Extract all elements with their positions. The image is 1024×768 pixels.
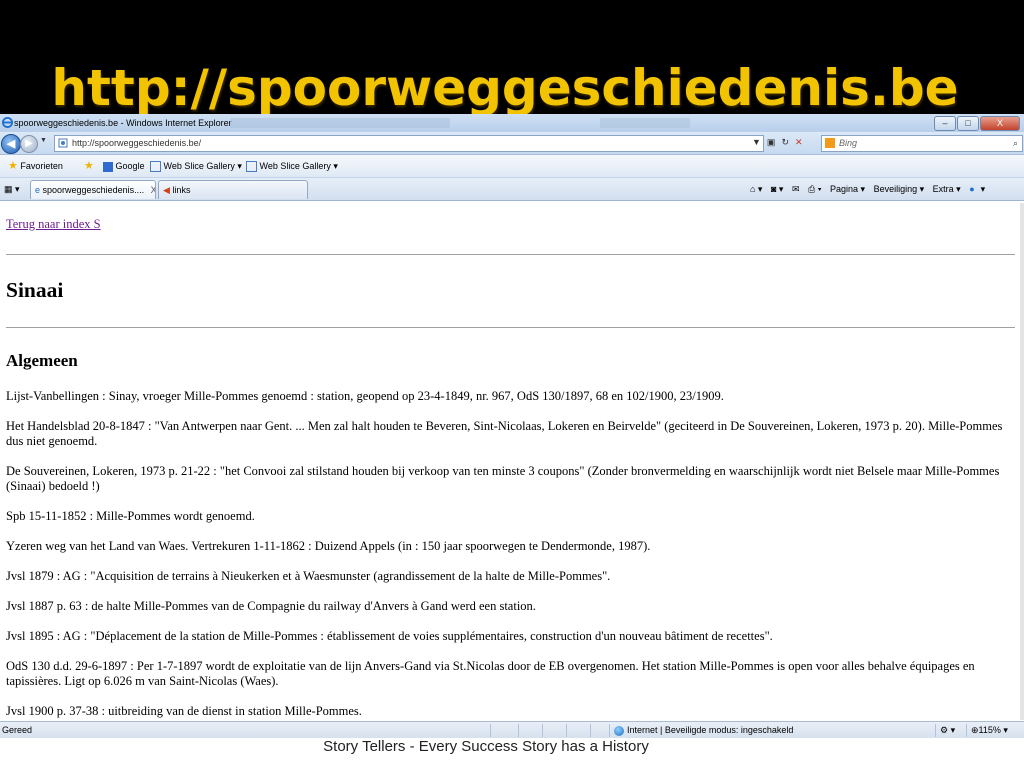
address-text: http://spoorweggeschiedenis.be/ xyxy=(72,138,202,148)
print-icon[interactable]: ⎙ ▾ xyxy=(808,184,821,194)
paragraph: Jvsl 1879 : AG : "Acquisition de terrain… xyxy=(6,569,611,583)
window-title: spoorweggeschiedenis.be - Windows Intern… xyxy=(14,118,232,128)
address-dropdown-icon[interactable]: ▼ xyxy=(752,137,761,148)
history-dropdown-icon[interactable]: ▼ xyxy=(40,137,47,144)
favorites-button[interactable]: ★ Favorieten xyxy=(8,155,63,177)
star-icon: ★ xyxy=(8,160,18,172)
tab-close-icon[interactable]: X xyxy=(151,185,155,195)
maximize-button[interactable]: □ xyxy=(957,116,979,131)
status-separator xyxy=(566,724,567,737)
tab-spoorweggeschiedenis[interactable]: e spoorweggeschiedenis.... X xyxy=(30,180,156,199)
tab-row: ▦ ▾ e spoorweggeschiedenis.... X ◀ links… xyxy=(0,178,1024,201)
zoom-icon: ⊕ xyxy=(971,725,979,735)
security-zone-label: Internet | Beveiligde modus: ingeschakel… xyxy=(627,725,794,735)
status-separator xyxy=(609,724,610,737)
favorites-bar: ★ Favorieten ★ Google Web Slice Gallery … xyxy=(0,155,1024,178)
section-heading: Algemeen xyxy=(6,351,78,370)
page-icon xyxy=(246,161,257,173)
fav-link-google[interactable]: Google xyxy=(103,155,145,177)
ie-logo-icon xyxy=(2,117,13,128)
globe-icon xyxy=(614,725,624,736)
zoom-dropdown-icon: ▾ xyxy=(1003,725,1008,735)
page-heading: Sinaai xyxy=(6,278,64,302)
compatibility-icon[interactable]: ▣ xyxy=(767,137,776,148)
search-placeholder: Bing xyxy=(839,138,858,148)
page-content: Terug naar index S Sinaai Algemeen Lijst… xyxy=(0,203,1020,720)
fav-link-web-slice-2[interactable]: Web Slice Gallery ▾ xyxy=(246,155,338,177)
status-separator xyxy=(590,724,591,737)
tab-label: spoorweggeschiedenis.... xyxy=(42,185,145,195)
search-box[interactable]: Bing ⌕ xyxy=(821,135,1023,152)
fav-link-label: Google xyxy=(115,161,145,171)
bing-icon xyxy=(825,138,835,148)
forward-button[interactable]: ▶ xyxy=(20,135,38,153)
paragraph: Spb 15-11-1852 : Mille-Pommes wordt geno… xyxy=(6,509,255,523)
window-controls: – □ X xyxy=(934,116,1020,131)
background-taskbar-ghost xyxy=(600,118,690,128)
mail-icon[interactable]: ✉ xyxy=(792,184,800,194)
background-taskbar-ghost xyxy=(230,118,450,128)
browser-window: spoorweggeschiedenis.be - Windows Intern… xyxy=(0,114,1024,738)
quick-tabs-icon[interactable]: ▦ ▾ xyxy=(4,178,20,200)
security-zone[interactable]: Internet | Beveiligde modus: ingeschakel… xyxy=(614,722,793,738)
help-menu-arrow: ▾ xyxy=(980,184,986,194)
divider xyxy=(6,327,1015,328)
paragraph: Jvsl 1895 : AG : "Déplacement de la stat… xyxy=(6,629,773,643)
status-separator xyxy=(935,724,936,737)
zoom-control[interactable]: ⊕115% ▾ xyxy=(971,722,1008,738)
paragraph: Yzeren weg van het Land van Waes. Vertre… xyxy=(6,539,651,553)
address-tools: ▼ ▣ ↻ ✕ xyxy=(752,137,803,148)
add-favorite-icon[interactable]: ★ xyxy=(84,155,94,177)
paragraph: Lijst-Vanbellingen : Sinay, vroeger Mill… xyxy=(6,389,724,403)
tab-label: links xyxy=(172,185,191,195)
back-to-index-link[interactable]: Terug naar index S xyxy=(6,217,101,232)
back-button[interactable]: ◀ xyxy=(1,134,21,154)
tab-favicon-icon: ◀ xyxy=(163,185,170,195)
page-menu[interactable]: Pagina ▾ xyxy=(830,184,865,194)
page-icon xyxy=(150,161,161,173)
home-icon[interactable]: ⌂ ▾ xyxy=(750,184,762,194)
status-separator xyxy=(966,724,967,737)
close-button[interactable]: X xyxy=(980,116,1020,131)
feeds-icon[interactable]: ◙ ▾ xyxy=(771,184,783,194)
help-icon: ● xyxy=(969,184,975,194)
popup-blocker-icon[interactable]: ⚙ ▾ xyxy=(940,722,955,738)
fav-link-web-slice-1[interactable]: Web Slice Gallery ▾ xyxy=(150,155,242,177)
search-icon[interactable]: ⌕ xyxy=(1013,136,1018,151)
command-bar: ⌂ ▾ ◙ ▾ ✉ ⎙ ▾ Pagina ▾ Beveiliging ▾ Ext… xyxy=(750,178,997,200)
divider xyxy=(6,254,1015,255)
zoom-level: 115% xyxy=(978,725,1001,735)
paragraph: Jvsl 1900 p. 37-38 : uitbreiding van de … xyxy=(6,704,362,718)
paragraph: OdS 130 d.d. 29-6-1897 : Per 1-7-1897 wo… xyxy=(6,659,975,688)
address-bar[interactable]: http://spoorweggeschiedenis.be/ xyxy=(54,135,764,152)
paragraph: Jvsl 1887 p. 63 : de halte Mille-Pommes … xyxy=(6,599,536,613)
page-icon xyxy=(58,138,68,148)
safety-menu[interactable]: Beveiliging ▾ xyxy=(874,184,925,194)
window-titlebar[interactable]: spoorweggeschiedenis.be - Windows Intern… xyxy=(0,114,1024,132)
fav-link-label: Web Slice Gallery ▾ xyxy=(163,161,242,171)
ie-tab-icon: e xyxy=(35,185,41,195)
scrollbar[interactable] xyxy=(1020,203,1024,720)
status-bar: Gereed Internet | Beveiligde modus: inge… xyxy=(0,721,1024,738)
slide-footer: Story Tellers - Every Success Story has … xyxy=(323,738,649,755)
paragraph: Het Handelsblad 20-8-1847 : "Van Antwerp… xyxy=(6,419,1003,448)
tools-menu[interactable]: Extra ▾ xyxy=(933,184,961,194)
status-separator xyxy=(518,724,519,737)
status-separator xyxy=(490,724,491,737)
status-separator xyxy=(542,724,543,737)
status-text: Gereed xyxy=(2,725,33,735)
address-row: ◀ ▶ ▼ http://spoorweggeschiedenis.be/ ▼ … xyxy=(0,132,1024,155)
fav-link-label: Web Slice Gallery ▾ xyxy=(259,161,338,171)
minimize-button[interactable]: – xyxy=(934,116,956,131)
tab-links[interactable]: ◀ links xyxy=(158,180,308,199)
favorites-label: Favorieten xyxy=(20,161,63,171)
refresh-icon[interactable]: ↻ xyxy=(781,137,789,148)
help-menu[interactable]: ● ▾ xyxy=(969,184,991,194)
stop-icon[interactable]: ✕ xyxy=(795,137,803,148)
google-icon xyxy=(103,161,113,172)
paragraph: De Souvereinen, Lokeren, 1973 p. 21-22 :… xyxy=(6,464,1000,493)
